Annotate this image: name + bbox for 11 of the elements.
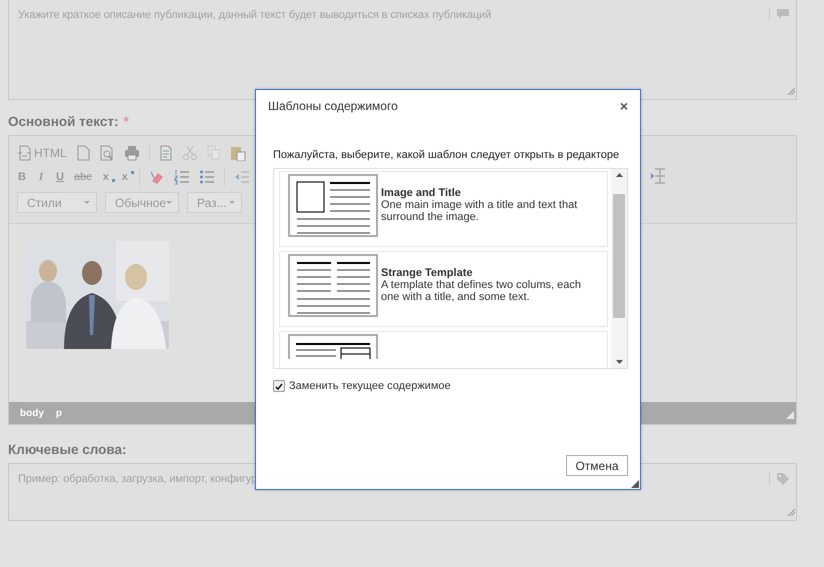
placeholder-text: Укажите краткое описание публикации, данный текст будет выводиться в списках публикаций (18, 9, 492, 21)
required-mark: * (123, 114, 129, 129)
instruction-text: Пожалуйста, выберите, какой шаблон следует открыть в редакторе (273, 149, 620, 161)
template-description: A template that defines two colums, each one with a title, and some text. (381, 279, 582, 303)
field-label: Ключевые слова: (8, 442, 127, 457)
checkbox-label: Заменить текущее содержимое (289, 380, 451, 392)
template-title: Strange Template (381, 267, 474, 279)
template-title: Image and Title (381, 187, 462, 199)
field-label: Основной текст: (8, 114, 118, 129)
dialog-title: Шаблоны содержимого (268, 99, 398, 113)
template-description: One main image with a title and text that surround the image. (381, 199, 578, 223)
